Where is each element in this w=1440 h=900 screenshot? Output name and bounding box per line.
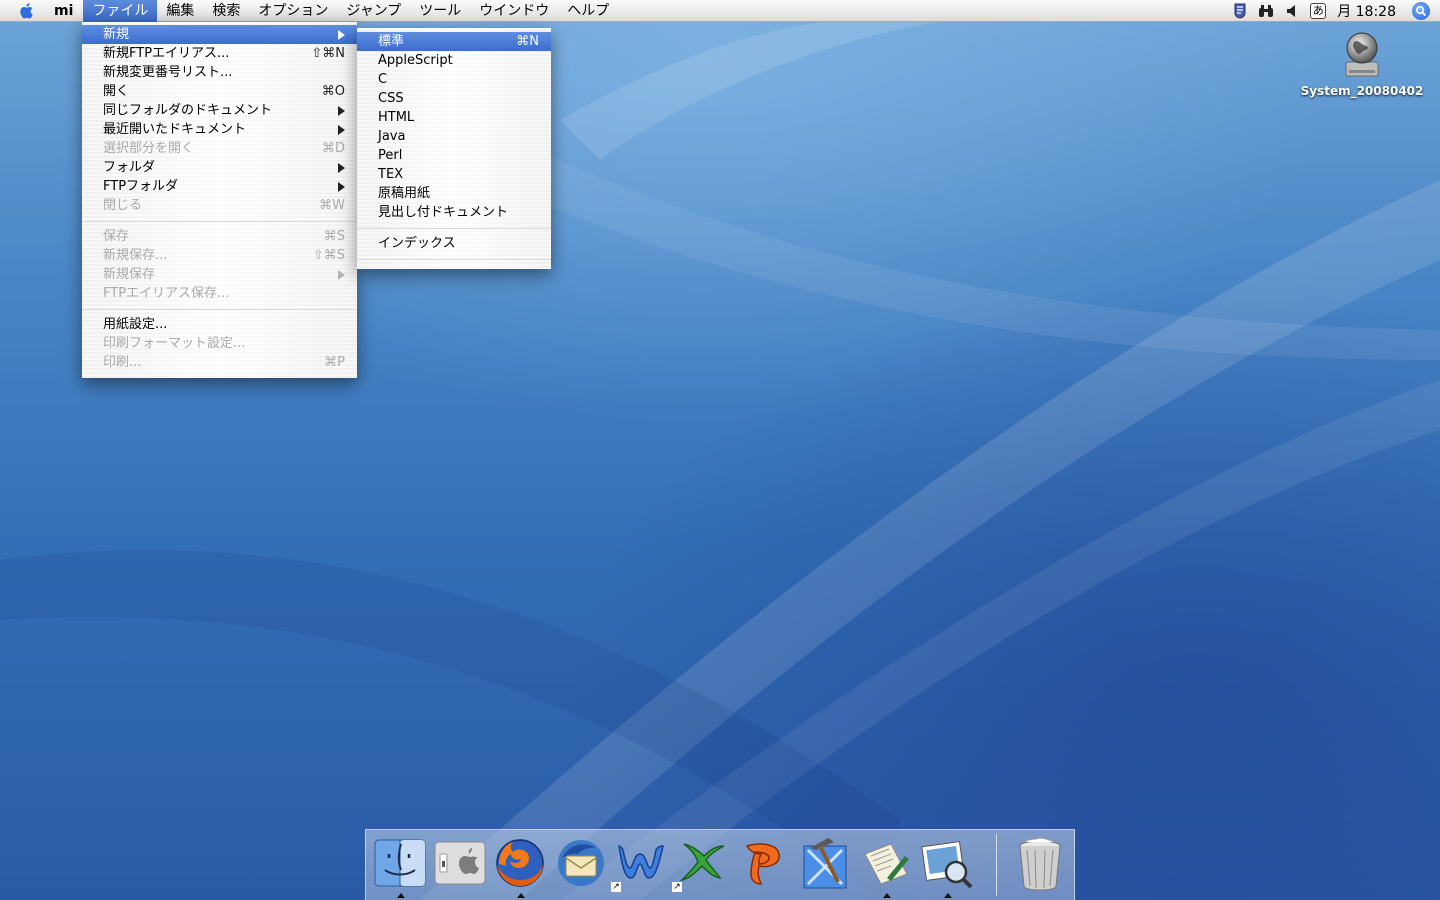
dock-firefox[interactable] xyxy=(491,834,549,898)
menu-tools[interactable]: ツール xyxy=(410,0,470,22)
running-indicator xyxy=(517,893,525,898)
menu-item-recent-docs[interactable]: 最近開いたドキュメント xyxy=(82,120,357,139)
dock-xcode[interactable] xyxy=(796,834,854,894)
menu-item-new-ftp-alias[interactable]: 新規FTPエイリアス... ⇧⌘N xyxy=(82,44,357,63)
menu-bar: mi ファイル 編集 検索 オプション ジャンプ ツール ウインドウ ヘルプ あ… xyxy=(0,0,1440,22)
submenu-item-applescript[interactable]: AppleScript xyxy=(357,51,551,70)
system-preferences-icon xyxy=(434,841,486,885)
menu-separator xyxy=(357,222,551,234)
menu-item-save: 保存 ⌘S xyxy=(103,229,345,244)
menu-item-open[interactable]: 開く ⌘O xyxy=(82,82,357,101)
word-icon xyxy=(618,845,664,879)
new-submenu: 標準 ⌘N AppleScript C CSS HTML Java Perl TE… xyxy=(357,28,551,269)
input-method-icon[interactable]: あ xyxy=(1305,0,1331,22)
submenu-item-css[interactable]: CSS xyxy=(357,89,551,108)
menu-item-new[interactable]: 新規 xyxy=(82,25,357,44)
dock-trash[interactable] xyxy=(1011,834,1069,894)
input-method-label: あ xyxy=(1310,3,1327,19)
menu-separator xyxy=(82,303,357,315)
hard-drive-icon xyxy=(1345,32,1379,77)
finder-icon xyxy=(374,839,426,887)
submenu-arrow-icon xyxy=(338,163,345,173)
menu-item-print-format: 印刷フォーマット設定... xyxy=(103,336,246,351)
dock-mi-editor[interactable] xyxy=(857,834,915,898)
submenu-arrow-icon xyxy=(338,106,345,116)
submenu-arrow-icon xyxy=(338,125,345,135)
menu-item-new-change-list[interactable]: 新規変更番号リスト... xyxy=(82,63,357,82)
submenu-item-manuscript-paper[interactable]: 原稿用紙 xyxy=(357,184,551,203)
menu-extras: あ 月 18:28 xyxy=(1227,0,1440,22)
firefox-icon xyxy=(496,839,544,887)
menu-app-name[interactable]: mi xyxy=(54,0,83,22)
menu-separator xyxy=(357,253,551,265)
submenu-item-html[interactable]: HTML xyxy=(357,108,551,127)
submenu-item-c[interactable]: C xyxy=(357,70,551,89)
submenu-item-headed-document[interactable]: 見出し付ドキュメント xyxy=(357,203,551,222)
menu-item-save-as: 新規保存... ⇧⌘S xyxy=(103,248,345,263)
powerpoint-icon xyxy=(745,843,780,885)
script-menu-icon[interactable] xyxy=(1227,0,1253,22)
dock-preview[interactable] xyxy=(918,834,976,898)
menu-separator xyxy=(82,215,357,227)
dock-thunderbird[interactable] xyxy=(552,834,610,894)
menu-window[interactable]: ウインドウ xyxy=(470,0,558,22)
menu-jump[interactable]: ジャンプ xyxy=(337,0,410,22)
menu-item-ftp-folder[interactable]: FTPフォルダ xyxy=(82,177,357,196)
menu-item-same-folder-docs[interactable]: 同じフォルダのドキュメント xyxy=(82,101,357,120)
dock-system-preferences[interactable] xyxy=(431,834,489,894)
desktop-hard-drive[interactable]: System_20080402 xyxy=(1300,30,1424,98)
apple-logo-icon xyxy=(20,2,33,19)
menu-options[interactable]: オプション xyxy=(249,0,337,22)
submenu-item-java[interactable]: Java xyxy=(357,127,551,146)
trash-icon xyxy=(1019,837,1061,891)
dock-excel[interactable]: ↗ xyxy=(672,834,732,894)
submenu-arrow-icon xyxy=(338,270,345,280)
menu-edit[interactable]: 編集 xyxy=(157,0,203,22)
menu-item-print: 印刷... ⌘P xyxy=(103,355,345,370)
menu-help[interactable]: ヘルプ xyxy=(558,0,618,22)
submenu-item-standard[interactable]: 標準 ⌘N xyxy=(357,32,551,51)
menu-file[interactable]: ファイル xyxy=(83,0,158,22)
mi-editor-icon xyxy=(864,843,909,885)
menu-item-save-ftp-alias: FTPエイリアス保存... xyxy=(103,286,230,301)
submenu-item-index[interactable]: インデックス xyxy=(357,234,551,253)
menu-search[interactable]: 検索 xyxy=(203,0,249,22)
hard-drive-label: System_20080402 xyxy=(1300,84,1424,98)
submenu-arrow-icon xyxy=(338,30,345,40)
dock-word[interactable]: ↗ xyxy=(611,834,671,894)
binoculars-icon[interactable] xyxy=(1253,0,1279,22)
alias-arrow-icon: ↗ xyxy=(611,882,621,892)
menu-item-save-new: 新規保存 xyxy=(82,265,357,284)
submenu-item-tex[interactable]: TEX xyxy=(357,165,551,184)
running-indicator xyxy=(883,893,891,898)
running-indicator xyxy=(397,893,405,898)
volume-icon[interactable] xyxy=(1279,0,1305,22)
running-indicator xyxy=(944,893,952,898)
spotlight-button[interactable] xyxy=(1410,0,1432,22)
menu-item-folder[interactable]: フォルダ xyxy=(82,158,357,177)
apple-menu[interactable] xyxy=(0,0,54,22)
dock-finder[interactable] xyxy=(371,834,429,898)
excel-icon xyxy=(679,843,725,882)
menu-item-close: 閉じる ⌘W xyxy=(103,198,345,213)
alias-arrow-icon: ↗ xyxy=(672,882,682,892)
submenu-item-perl[interactable]: Perl xyxy=(357,146,551,165)
dock: ↗ ↗ xyxy=(365,829,1075,900)
submenu-arrow-icon xyxy=(338,182,345,192)
menubar-clock[interactable]: 月 18:28 xyxy=(1331,1,1410,21)
dock-divider xyxy=(996,834,997,896)
file-menu: 新規 新規FTPエイリアス... ⇧⌘N 新規変更番号リスト... 開く ⌘O 同じ… xyxy=(82,22,357,378)
dock-powerpoint[interactable] xyxy=(735,834,793,894)
preview-icon xyxy=(921,840,973,889)
menu-item-page-setup[interactable]: 用紙設定... xyxy=(82,315,357,334)
menu-item-open-selection: 選択部分を開く ⌘D xyxy=(103,141,345,156)
xcode-icon xyxy=(803,838,847,889)
thunderbird-icon xyxy=(558,840,604,886)
spotlight-icon xyxy=(1412,2,1430,20)
